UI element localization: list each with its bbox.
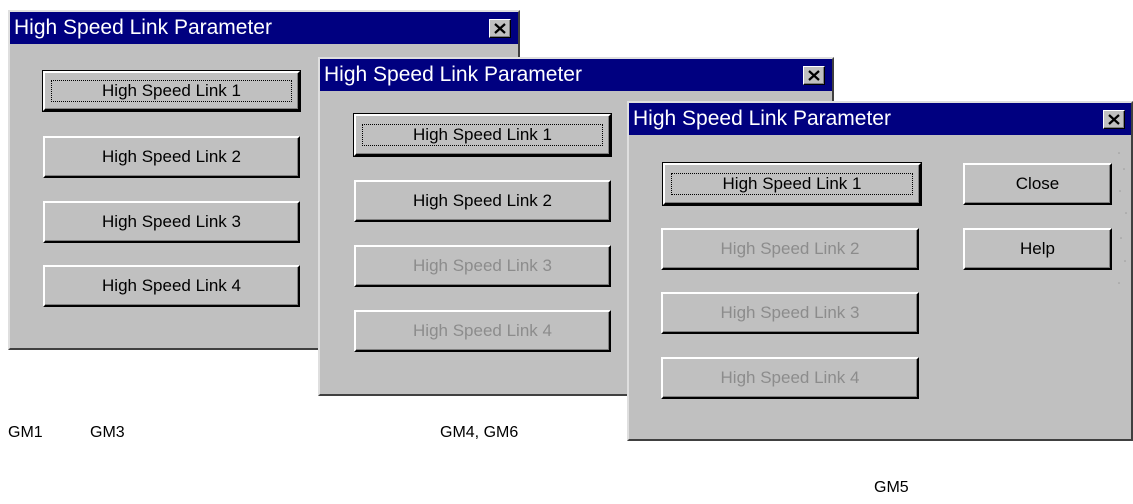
button-label: High Speed Link 1 xyxy=(362,124,603,146)
high-speed-link-4-button[interactable]: High Speed Link 4 xyxy=(354,310,611,352)
button-label: Help xyxy=(1020,239,1055,258)
dialog-title: High Speed Link Parameter xyxy=(324,63,582,86)
button-label: High Speed Link 2 xyxy=(102,147,241,166)
caption-gm5: GM5 xyxy=(874,479,909,496)
button-label: High Speed Link 3 xyxy=(720,303,860,322)
button-label: High Speed Link 4 xyxy=(102,276,241,295)
dialog-title: High Speed Link Parameter xyxy=(14,16,272,39)
high-speed-link-2-button[interactable]: High Speed Link 2 xyxy=(43,136,300,178)
high-speed-link-4-button[interactable]: High Speed Link 4 xyxy=(661,357,919,399)
button-label: High Speed Link 1 xyxy=(51,80,292,102)
scan-noise-decoration xyxy=(1118,152,1127,284)
button-label: High Speed Link 3 xyxy=(102,212,241,231)
help-button[interactable]: Help xyxy=(963,228,1112,270)
high-speed-link-3-button[interactable]: High Speed Link 3 xyxy=(43,201,300,243)
button-label: Close xyxy=(1015,174,1060,193)
button-label: High Speed Link 2 xyxy=(413,191,552,210)
close-icon xyxy=(1108,114,1120,125)
title-bar[interactable]: High Speed Link Parameter xyxy=(629,103,1131,135)
high-speed-link-2-button[interactable]: High Speed Link 2 xyxy=(354,180,611,222)
close-icon xyxy=(808,70,820,81)
close-icon xyxy=(494,23,506,34)
high-speed-link-3-button[interactable]: High Speed Link 3 xyxy=(354,245,611,287)
high-speed-link-4-button[interactable]: High Speed Link 4 xyxy=(43,265,300,307)
caption-gm4-gm6: GM4, GM6 xyxy=(440,424,519,441)
title-close-button[interactable] xyxy=(1103,110,1125,129)
button-label: High Speed Link 2 xyxy=(720,239,860,258)
high-speed-link-1-button[interactable]: High Speed Link 1 xyxy=(42,70,301,112)
dialog-title: High Speed Link Parameter xyxy=(633,107,891,130)
title-close-button[interactable] xyxy=(489,19,511,38)
button-label: High Speed Link 3 xyxy=(413,256,552,275)
title-bar[interactable]: High Speed Link Parameter xyxy=(10,12,518,44)
button-label: High Speed Link 4 xyxy=(413,321,552,340)
dialog-gm5: High Speed Link Parameter High Speed Lin… xyxy=(627,101,1133,441)
high-speed-link-2-button[interactable]: High Speed Link 2 xyxy=(661,228,919,270)
caption-gm3: GM3 xyxy=(90,424,125,441)
high-speed-link-1-button[interactable]: High Speed Link 1 xyxy=(662,162,922,206)
title-close-button[interactable] xyxy=(803,66,825,85)
button-label: High Speed Link 4 xyxy=(720,368,860,387)
high-speed-link-1-button[interactable]: High Speed Link 1 xyxy=(353,113,612,157)
title-bar[interactable]: High Speed Link Parameter xyxy=(320,59,832,91)
caption-gm1: GM1 xyxy=(8,424,43,441)
button-label: High Speed Link 1 xyxy=(671,173,913,195)
high-speed-link-3-button[interactable]: High Speed Link 3 xyxy=(661,292,919,334)
close-button[interactable]: Close xyxy=(963,163,1112,205)
